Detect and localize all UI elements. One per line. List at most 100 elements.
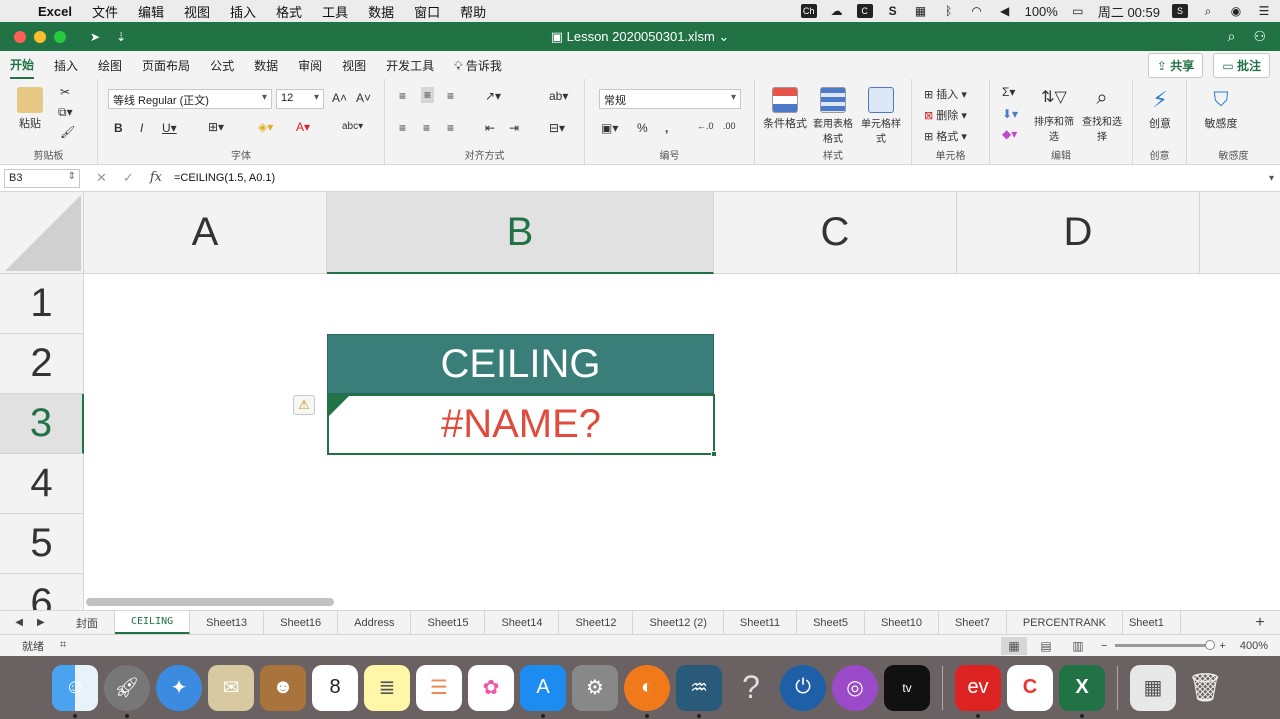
zoom-level[interactable]: 400%: [1240, 640, 1268, 652]
find-select-button[interactable]: ⌕ 查找和选择: [1080, 85, 1124, 143]
notification-center-icon[interactable]: ☰: [1256, 4, 1272, 18]
sheet-tab[interactable]: Sheet14: [485, 611, 560, 634]
underline-icon[interactable]: U▾: [162, 121, 177, 135]
zoom-window-button[interactable]: [54, 30, 66, 43]
decrease-decimal-icon[interactable]: .00: [723, 121, 736, 131]
unknown-app-icon[interactable]: ?: [728, 665, 774, 711]
comments-button[interactable]: ▭ 批注: [1213, 52, 1270, 78]
sheet-tab[interactable]: Sheet12 (2): [633, 611, 724, 634]
sheet-tab[interactable]: PERCENTRANK: [1007, 611, 1123, 634]
customize-toolbar-icon[interactable]: ⇣: [116, 30, 126, 44]
tab-insert[interactable]: 插入: [54, 53, 78, 78]
contacts-icon[interactable]: ☻: [260, 664, 306, 711]
font-size-select[interactable]: 12: [276, 89, 324, 109]
sheet-tab[interactable]: Sheet15: [411, 611, 486, 634]
tab-review[interactable]: 审阅: [298, 53, 322, 78]
firefox-icon[interactable]: ◐: [624, 664, 670, 718]
clear-icon[interactable]: ◆▾: [1002, 127, 1017, 141]
copy-icon[interactable]: ⧉▾: [58, 105, 73, 120]
tab-developer[interactable]: 开发工具: [386, 53, 434, 78]
c-app-icon[interactable]: C: [856, 4, 873, 18]
bluetooth-icon[interactable]: ᛒ: [941, 4, 957, 18]
sheet-tab[interactable]: Sheet11: [724, 611, 798, 634]
sheet-tab[interactable]: Sheet16: [264, 611, 339, 634]
mysql-workbench-icon[interactable]: ♒: [676, 664, 722, 718]
align-right-icon[interactable]: ≡: [447, 121, 454, 135]
cancel-icon[interactable]: ✕: [96, 170, 107, 186]
insert-cells-button[interactable]: ⊞ 插入 ▾: [924, 86, 967, 102]
fill-color-icon[interactable]: ◈▾: [258, 120, 273, 134]
align-center-icon[interactable]: ≡: [423, 121, 430, 135]
number-format-select[interactable]: 常规: [599, 89, 741, 109]
row-header-2[interactable]: 2: [0, 334, 84, 394]
notes-icon[interactable]: ≣: [364, 664, 410, 711]
column-header-b[interactable]: B: [327, 192, 714, 274]
s-app-icon[interactable]: S: [885, 4, 901, 18]
spreadsheet-doc-icon[interactable]: ▦: [1130, 664, 1176, 711]
sheet-tab-active[interactable]: CEILING: [115, 611, 191, 634]
pointer-icon[interactable]: ➤: [90, 30, 100, 44]
normal-view-icon[interactable]: ▦: [1000, 636, 1027, 655]
font-name-select[interactable]: 等线 Regular (正文): [108, 89, 272, 109]
function-icon[interactable]: fx: [150, 170, 162, 186]
format-painter-icon[interactable]: 🖌︎: [60, 125, 75, 139]
confirm-icon[interactable]: ✓: [123, 170, 134, 186]
delete-cells-button[interactable]: ⊠ 删除 ▾: [924, 107, 967, 123]
calendar-icon[interactable]: 8: [312, 664, 358, 711]
battery-icon[interactable]: ▭: [1070, 4, 1086, 18]
tab-tell-me[interactable]: 💡︎ 告诉我: [454, 53, 502, 78]
name-box[interactable]: B3: [4, 168, 80, 188]
share-button[interactable]: ⇪ 共享: [1147, 52, 1204, 78]
zoom-slider[interactable]: [1115, 640, 1216, 650]
decrease-indent-icon[interactable]: ⇤: [485, 121, 495, 135]
sheet-tab[interactable]: Address: [338, 611, 412, 634]
decrease-font-icon[interactable]: A˅: [356, 91, 371, 105]
warning-icon[interactable]: ⚠: [293, 395, 315, 415]
expand-formula-icon[interactable]: ▾: [1269, 173, 1274, 184]
zoom-thumb[interactable]: [1205, 640, 1216, 650]
menu-edit[interactable]: 编辑: [138, 2, 164, 21]
siri-icon[interactable]: ◉: [1228, 4, 1244, 18]
menu-app[interactable]: Excel: [38, 4, 72, 19]
trash-icon[interactable]: 🗑︎: [1182, 665, 1228, 711]
column-header-a[interactable]: A: [84, 192, 327, 274]
photos-icon[interactable]: ✿: [468, 664, 514, 711]
comma-icon[interactable]: ,: [665, 121, 668, 135]
tab-view[interactable]: 视图: [342, 53, 366, 78]
row-header-3[interactable]: 3: [0, 394, 84, 454]
safari-icon[interactable]: ✦: [156, 664, 202, 711]
volume-icon[interactable]: ◀: [997, 4, 1013, 18]
row-header-6[interactable]: 6: [0, 574, 84, 610]
sheet-tab[interactable]: Sheet5: [797, 611, 865, 634]
menu-window[interactable]: 窗口: [414, 2, 440, 21]
c-app-icon-dock[interactable]: C: [1007, 664, 1053, 711]
page-break-view-icon[interactable]: ▥: [1065, 637, 1091, 655]
increase-indent-icon[interactable]: ⇥: [509, 121, 519, 135]
menu-view[interactable]: 视图: [184, 2, 210, 21]
autosum-icon[interactable]: Σ▾: [1002, 85, 1015, 99]
wifi-icon[interactable]: ◠: [969, 4, 985, 18]
borders-icon[interactable]: ⊞▾: [208, 120, 224, 134]
tab-page-layout[interactable]: 页面布局: [142, 53, 190, 78]
row-header-1[interactable]: 1: [0, 274, 84, 334]
column-header-c[interactable]: C: [714, 192, 957, 274]
tab-draw[interactable]: 绘图: [98, 53, 122, 78]
sheet-tab[interactable]: Sheet10: [865, 611, 939, 634]
increase-font-icon[interactable]: A˄: [332, 91, 347, 105]
zoom-in-icon[interactable]: +: [1219, 640, 1225, 652]
apple-tv-icon[interactable]: tv: [884, 664, 930, 711]
prev-sheet-icon[interactable]: ◀: [15, 617, 23, 628]
excel-icon[interactable]: X: [1059, 664, 1105, 718]
finder-icon[interactable]: ☺: [52, 664, 98, 718]
menu-tools[interactable]: 工具: [322, 2, 348, 21]
system-preferences-icon[interactable]: ⚙: [572, 664, 618, 711]
minimize-window-button[interactable]: [34, 30, 46, 43]
merge-center-icon[interactable]: ⊟▾: [549, 121, 565, 135]
sort-filter-button[interactable]: ⇅▽ 排序和筛选: [1032, 85, 1076, 143]
row-header-5[interactable]: 5: [0, 514, 84, 574]
wrap-text-icon[interactable]: ab▾: [549, 89, 568, 103]
sensitivity-button[interactable]: ⛉ 敏感度: [1199, 87, 1243, 131]
add-sheet-button[interactable]: +: [1240, 611, 1280, 634]
clock[interactable]: 周二 00:59: [1098, 2, 1160, 21]
share-person-icon[interactable]: ⚇: [1253, 28, 1266, 45]
